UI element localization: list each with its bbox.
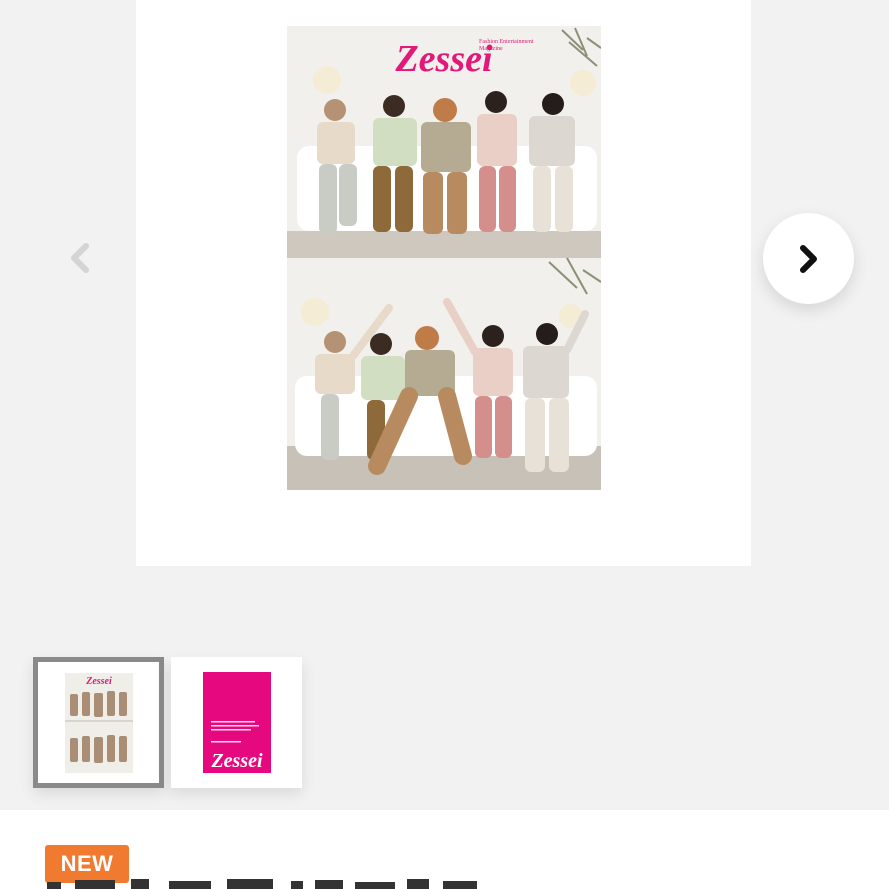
svg-text:Fashion Entertainment: Fashion Entertainment [479, 39, 534, 45]
chevron-left-icon [71, 243, 89, 273]
chevron-right-icon [799, 244, 817, 273]
prev-image-button[interactable] [62, 240, 98, 276]
thumbnail-2-image: Zessei [171, 657, 302, 788]
product-title [45, 876, 545, 889]
svg-text:Zessei: Zessei [85, 676, 112, 687]
thumbnail-1[interactable]: Zessei [33, 657, 164, 788]
thumbnail-1-image: Zessei [38, 662, 159, 783]
next-image-button[interactable] [763, 213, 854, 304]
svg-text:Magazine: Magazine [479, 46, 503, 52]
thumbnail-2[interactable]: Zessei [171, 657, 302, 788]
svg-text:Zessei: Zessei [210, 750, 263, 772]
product-main-image[interactable]: Zessei Fashion Entertainment Magazine [287, 26, 601, 490]
product-image-card: Zessei Fashion Entertainment Magazine [136, 0, 751, 566]
